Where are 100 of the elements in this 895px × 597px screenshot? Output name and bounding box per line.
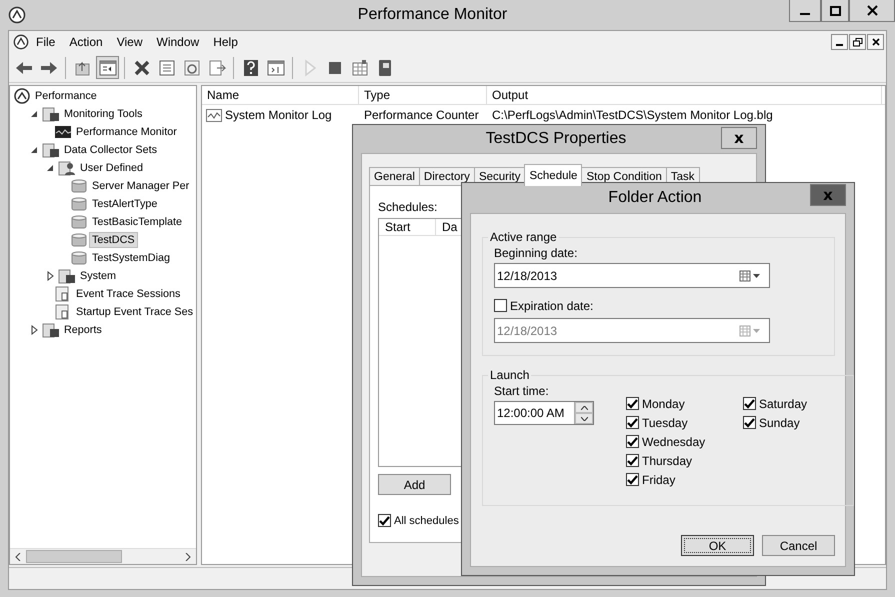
close-button[interactable] — [867, 34, 884, 50]
field-label: Schedules: — [378, 200, 438, 214]
field-label: Start time: — [494, 384, 550, 398]
spin-down-button[interactable] — [575, 413, 593, 424]
date-field[interactable]: 12/18/2013 — [494, 263, 770, 288]
tab[interactable]: Schedule — [524, 164, 582, 186]
pane-icon — [98, 58, 116, 76]
tab[interactable]: General — [369, 167, 420, 186]
menu-item[interactable]: File — [29, 32, 62, 52]
tree-item[interactable]: TestBasicTemplate — [89, 214, 186, 230]
tree-item[interactable]: System — [77, 268, 119, 284]
checkbox[interactable]: Wednesday — [626, 432, 743, 451]
cylinder-icon — [70, 178, 88, 194]
minimize-icon — [836, 44, 843, 46]
folder-icon — [42, 106, 60, 122]
calendar-icon — [350, 58, 368, 76]
restore-icon — [852, 38, 862, 46]
tree-item[interactable]: TestDCS — [89, 232, 138, 248]
horizontal-scrollbar[interactable] — [10, 548, 196, 564]
cylinder-icon — [70, 196, 88, 212]
checkbox[interactable]: Friday — [626, 470, 743, 489]
menu-item[interactable]: Help — [206, 32, 245, 52]
tree-item[interactable]: Reports — [61, 322, 105, 338]
tree-item[interactable]: TestSystemDiag — [89, 250, 174, 266]
minimize-button[interactable] — [831, 34, 848, 50]
folder-icon — [42, 322, 60, 338]
export-icon — [208, 58, 226, 76]
group-title: Active range — [489, 230, 558, 244]
checkbox[interactable]: Monday — [626, 394, 743, 413]
help-icon — [242, 58, 260, 76]
tree-item[interactable]: Startup Event Trace Ses — [73, 304, 196, 320]
dialog-button[interactable]: OK — [681, 535, 754, 556]
restore-button[interactable] — [849, 34, 866, 50]
caret-down-icon — [580, 416, 588, 420]
collapse-arrow-icon[interactable] — [29, 145, 39, 155]
close-icon — [872, 38, 880, 46]
column-header[interactable]: Type — [359, 86, 487, 104]
group-title: Launch — [489, 368, 530, 382]
scrollbar-thumb[interactable] — [26, 550, 122, 563]
column-header[interactable]: Start — [379, 219, 436, 236]
column-header[interactable]: Name — [202, 86, 359, 104]
tree-item[interactable]: User Defined — [77, 160, 146, 176]
checkmark-icon — [627, 398, 638, 408]
menu-item[interactable]: Window — [150, 32, 206, 52]
checkbox[interactable]: Thursday — [626, 451, 743, 470]
checkmark-icon — [379, 516, 390, 526]
tree-item[interactable]: Server Manager Per — [89, 178, 192, 194]
delete-icon — [132, 58, 150, 76]
checkmark-icon — [627, 474, 638, 484]
menu-item[interactable]: View — [110, 32, 150, 52]
user-folder-icon — [58, 160, 76, 176]
collapse-arrow-icon[interactable] — [29, 109, 39, 119]
spin-up-button[interactable] — [575, 402, 593, 413]
date-field[interactable]: 12/18/2013 — [494, 318, 770, 343]
menu-item[interactable]: Action — [62, 32, 110, 52]
minimize-icon — [800, 13, 810, 15]
checkmark-icon — [627, 456, 638, 466]
time-field[interactable]: 12:00:00 AM — [494, 401, 594, 425]
field-label: Beginning date: — [494, 246, 578, 260]
log-chart-icon — [206, 108, 222, 122]
checkbox[interactable]: Tuesday — [626, 413, 743, 432]
app-gauge-icon[interactable] — [13, 34, 29, 50]
cylinder-icon — [70, 250, 88, 266]
close-icon — [866, 5, 878, 16]
close-button[interactable] — [849, 0, 895, 22]
tree-item[interactable]: Data Collector Sets — [61, 142, 160, 158]
dialog-button[interactable]: Cancel — [762, 535, 835, 556]
monitor-icon — [54, 124, 72, 140]
action-pane-icon — [266, 58, 284, 76]
add-button[interactable]: Add — [378, 474, 451, 495]
calendar-dropdown-icon[interactable] — [739, 270, 763, 282]
table-cell: C:\PerfLogs\Admin\TestDCS\System Monitor Log.blg — [492, 108, 773, 122]
close-button[interactable]: x — [721, 127, 757, 149]
tree-item[interactable]: Performance — [32, 88, 100, 104]
folder-icon — [58, 268, 76, 284]
checkbox[interactable]: Expiration date: — [494, 296, 824, 315]
checkmark-icon — [744, 418, 755, 428]
table-cell[interactable]: System Monitor Log — [225, 108, 332, 122]
scroll-right-icon[interactable] — [185, 553, 191, 561]
window-title: Performance Monitor — [356, 5, 508, 25]
checkmark-icon — [627, 418, 638, 428]
expand-arrow-icon[interactable] — [29, 325, 39, 335]
checkbox[interactable]: Sunday — [743, 413, 843, 432]
checkmark-icon — [744, 398, 755, 408]
checkbox[interactable]: Saturday — [743, 394, 843, 413]
minimize-button[interactable] — [789, 0, 821, 22]
tree-item[interactable]: Performance Monitor — [73, 124, 180, 140]
tree-item[interactable]: Monitoring Tools — [61, 106, 146, 122]
tree-item[interactable]: Event Trace Sessions — [73, 286, 184, 302]
column-header[interactable]: Output — [487, 86, 882, 104]
dialog-title: TestDCS Properties — [484, 130, 628, 148]
toolbar-button[interactable] — [96, 56, 119, 79]
dialog-title: Folder Action — [607, 189, 703, 207]
collapse-arrow-icon[interactable] — [45, 163, 55, 173]
scroll-left-icon[interactable] — [15, 553, 21, 561]
cylinder-icon — [70, 214, 88, 230]
maximize-button[interactable] — [821, 0, 849, 22]
tree-item[interactable]: TestAlertType — [89, 196, 160, 212]
maximize-icon — [830, 6, 840, 16]
expand-arrow-icon[interactable] — [45, 271, 55, 281]
